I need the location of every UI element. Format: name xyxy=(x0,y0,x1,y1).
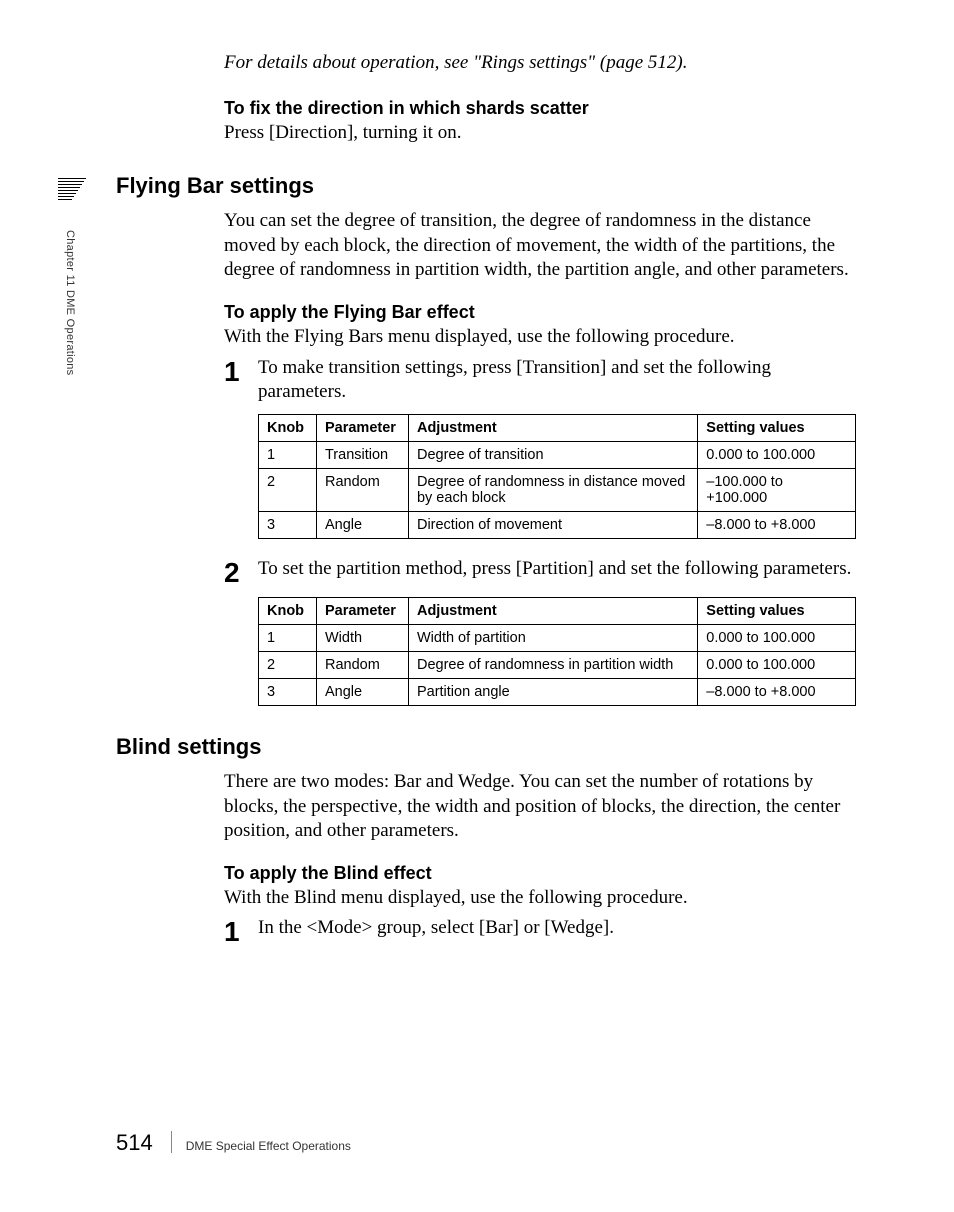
cell: Degree of transition xyxy=(408,442,697,469)
cell: –8.000 to +8.000 xyxy=(698,512,856,539)
cell: Width of partition xyxy=(408,625,697,652)
cell: 3 xyxy=(259,512,317,539)
cell: Width xyxy=(316,625,408,652)
table-row: 2 Random Degree of randomness in partiti… xyxy=(259,652,856,679)
cell: 0.000 to 100.000 xyxy=(698,625,856,652)
table-header: Setting values xyxy=(698,415,856,442)
cell: –100.000 to +100.000 xyxy=(698,469,856,512)
cross-reference: For details about operation, see "Rings … xyxy=(224,52,854,74)
step-number: 1 xyxy=(224,356,258,405)
cell: 1 xyxy=(259,625,317,652)
table-header: Knob xyxy=(259,415,317,442)
cell: 2 xyxy=(259,652,317,679)
cell: Degree of randomness in partition width xyxy=(408,652,697,679)
cell: Direction of movement xyxy=(408,512,697,539)
cell: Random xyxy=(316,469,408,512)
table-header: Adjustment xyxy=(408,415,697,442)
body-text: With the Blind menu displayed, use the f… xyxy=(224,886,854,910)
cell: Angle xyxy=(316,512,408,539)
procedure-step: 1 To make transition settings, press [Tr… xyxy=(224,356,854,405)
body-text: With the Flying Bars menu displayed, use… xyxy=(224,325,854,349)
cell: 0.000 to 100.000 xyxy=(698,652,856,679)
cell: Angle xyxy=(316,679,408,706)
body-text: You can set the degree of transition, th… xyxy=(224,209,854,282)
heading-flying-bar: Flying Bar settings xyxy=(116,173,854,199)
table-row: 2 Random Degree of randomness in distanc… xyxy=(259,469,856,512)
page-footer: 514 DME Special Effect Operations xyxy=(116,1128,351,1156)
cell: Partition angle xyxy=(408,679,697,706)
step-number: 2 xyxy=(224,557,258,587)
chapter-sidebar-label: Chapter 11 DME Operations xyxy=(64,230,76,375)
procedure-step: 2 To set the partition method, press [Pa… xyxy=(224,557,854,587)
cell: 0.000 to 100.000 xyxy=(698,442,856,469)
table-row: 3 Angle Direction of movement –8.000 to … xyxy=(259,512,856,539)
table-header: Setting values xyxy=(698,598,856,625)
page-number: 514 xyxy=(116,1130,153,1156)
page-container: Chapter 11 DME Operations For details ab… xyxy=(0,0,954,1212)
heading-blind: Blind settings xyxy=(116,734,854,760)
cell: Random xyxy=(316,652,408,679)
table-row: 1 Transition Degree of transition 0.000 … xyxy=(259,442,856,469)
parameter-table-partition: Knob Parameter Adjustment Setting values… xyxy=(258,597,856,706)
table-header: Knob xyxy=(259,598,317,625)
table-row: 3 Angle Partition angle –8.000 to +8.000 xyxy=(259,679,856,706)
subheading-apply-blind: To apply the Blind effect xyxy=(224,863,854,884)
step-number: 1 xyxy=(224,916,258,946)
body-text: Press [Direction], turning it on. xyxy=(224,121,854,145)
subheading-fix-direction: To fix the direction in which shards sca… xyxy=(224,98,854,119)
step-text: In the <Mode> group, select [Bar] or [We… xyxy=(258,916,614,946)
table-header: Adjustment xyxy=(408,598,697,625)
step-text: To make transition settings, press [Tran… xyxy=(258,356,854,405)
parameter-table-transition: Knob Parameter Adjustment Setting values… xyxy=(258,414,856,539)
cell: 1 xyxy=(259,442,317,469)
table-row: 1 Width Width of partition 0.000 to 100.… xyxy=(259,625,856,652)
cell: Transition xyxy=(316,442,408,469)
step-text: To set the partition method, press [Part… xyxy=(258,557,851,587)
footer-section-title: DME Special Effect Operations xyxy=(186,1139,351,1153)
procedure-step: 1 In the <Mode> group, select [Bar] or [… xyxy=(224,916,854,946)
sidebar-decoration-icon xyxy=(58,178,86,202)
subheading-apply-flying-bar: To apply the Flying Bar effect xyxy=(224,302,854,323)
cell: 2 xyxy=(259,469,317,512)
table-header: Parameter xyxy=(316,598,408,625)
footer-separator-icon xyxy=(171,1131,172,1153)
body-text: There are two modes: Bar and Wedge. You … xyxy=(224,770,854,843)
cell: –8.000 to +8.000 xyxy=(698,679,856,706)
cell: 3 xyxy=(259,679,317,706)
cell: Degree of randomness in distance moved b… xyxy=(408,469,697,512)
table-header: Parameter xyxy=(316,415,408,442)
